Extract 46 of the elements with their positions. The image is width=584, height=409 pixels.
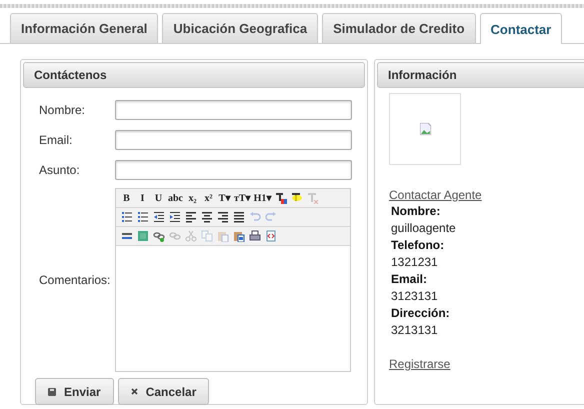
rich-text-editor[interactable]: B I U abc x₂ x² T▾ тT▾ H1▾: [115, 188, 351, 372]
text-color-icon[interactable]: [273, 190, 288, 206]
toolbar-button[interactable]: abc: [167, 190, 184, 206]
detail-value: 1321231: [390, 254, 439, 271]
detail-label: Nombre:: [390, 203, 442, 220]
detail-label: Telefono:: [390, 237, 446, 254]
toolbar-button[interactable]: B: [119, 190, 134, 206]
input-field[interactable]: [115, 160, 352, 180]
toolbar-button[interactable]: U: [151, 190, 166, 206]
align-right-icon[interactable]: [215, 209, 230, 225]
cancel-button[interactable]: Cancelar: [118, 378, 210, 405]
send-button[interactable]: Enviar: [35, 378, 114, 405]
indent-icon[interactable]: [167, 209, 182, 225]
detail-value: guilloagente: [390, 220, 457, 237]
toolbar-button[interactable]: x₂: [185, 190, 200, 206]
field-label: Nombre:: [39, 103, 86, 117]
panel-title: Información: [377, 62, 584, 88]
detail-label: Dirección:: [390, 305, 451, 322]
align-left-icon[interactable]: [183, 209, 198, 225]
input-field[interactable]: [115, 100, 352, 120]
tab[interactable]: Información General: [10, 13, 158, 43]
align-center-icon[interactable]: [199, 209, 214, 225]
close-icon: [130, 388, 138, 395]
toolbar-button[interactable]: T▾: [217, 190, 232, 206]
broken-image-icon: [420, 123, 430, 135]
save-icon: [48, 388, 56, 396]
toolbar-button[interactable]: тT▾: [233, 190, 252, 206]
toolbar-button[interactable]: x²: [201, 190, 216, 206]
input-field[interactable]: [115, 130, 352, 150]
outdent-icon[interactable]: [151, 209, 166, 225]
panel-title: Contáctenos: [23, 62, 365, 88]
toolbar-button[interactable]: I: [135, 190, 150, 206]
register-link[interactable]: Registrarse: [389, 356, 584, 372]
agent-link[interactable]: Contactar Agente: [389, 187, 584, 203]
detail-value: 3123131: [390, 288, 439, 305]
detail-value: 3213131: [390, 322, 439, 339]
tab[interactable]: Ubicación Geografica: [162, 13, 318, 43]
justify-icon[interactable]: [231, 209, 246, 225]
detail-label: Email:: [390, 271, 428, 288]
toolbar-button[interactable]: H1▾: [252, 190, 272, 206]
field-label: Asunto:: [39, 163, 81, 177]
tab[interactable]: Simulador de Credito: [322, 13, 476, 43]
field-label: Comentarios:: [39, 273, 112, 287]
field-label: Email:: [39, 133, 74, 147]
tab[interactable]: Contactar: [480, 13, 562, 44]
bullets-icon[interactable]: [119, 209, 134, 225]
